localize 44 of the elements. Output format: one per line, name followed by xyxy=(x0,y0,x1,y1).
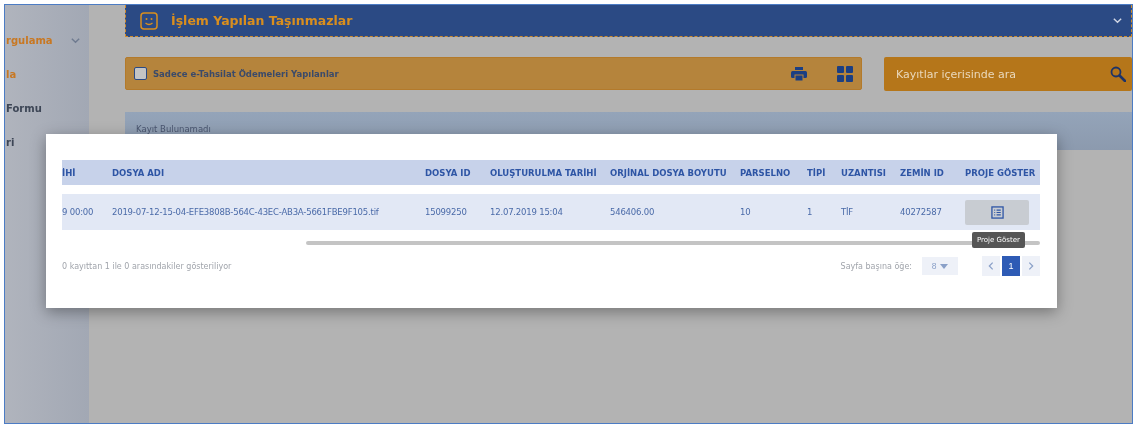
printer-icon xyxy=(791,66,807,81)
table-cell-text: 546406.00 xyxy=(610,207,656,217)
column-header: İHİ xyxy=(62,167,77,178)
column-header: OLUŞTURULMA TARİHİ xyxy=(490,167,598,178)
table-cell-text: 12.07.2019 15:04 xyxy=(490,207,564,217)
table-cell-text: 9 00:00 xyxy=(62,207,95,217)
page-size-dropdown[interactable]: 8 xyxy=(922,257,958,275)
table-cell-text: 1 xyxy=(807,207,814,217)
panel-title: İşlem Yapılan Taşınmazlar xyxy=(171,13,353,28)
column-header: PROJE GÖSTER xyxy=(965,167,1037,178)
column-header: DOSYA ID xyxy=(425,167,472,178)
table-cell-text: 40272587 xyxy=(900,207,943,217)
next-page-button[interactable] xyxy=(1022,256,1040,276)
grid-icon xyxy=(837,65,853,82)
chevron-right-icon xyxy=(1026,261,1036,271)
grid-view-button[interactable] xyxy=(837,65,853,82)
column-header: UZANTISI xyxy=(841,167,887,178)
column-header: PARSELNO xyxy=(740,167,792,178)
column-header: ZEMİN ID xyxy=(900,167,945,178)
print-button[interactable] xyxy=(791,66,807,81)
column-header: DOSYA ADI xyxy=(112,167,166,178)
column-header: ORJİNAL DOSYA BOYUTU xyxy=(610,167,728,178)
sidebar-item[interactable]: Formu xyxy=(5,91,89,125)
table-cell-text: 2019-07-12-15-04-EFE3808B-564C-43EC-AB3A-5661FBE9F105.tif xyxy=(112,207,380,217)
panel-header[interactable]: İşlem Yapılan Taşınmazlar xyxy=(125,5,1132,37)
chevron-left-icon xyxy=(986,261,996,271)
notice-text: Kayıt Bulunamadı xyxy=(136,124,211,134)
checkbox-label: Sadece e-Tahsilat Ödemeleri Yapılanlar xyxy=(153,68,339,79)
table-cell-text: TİF xyxy=(841,207,854,217)
previous-page-button[interactable] xyxy=(982,256,1000,276)
show-project-button[interactable] xyxy=(965,199,1029,225)
search-field[interactable]: Kayıtlar içerisinde ara xyxy=(884,57,1132,91)
search-icon xyxy=(1110,66,1126,82)
page-size-label: Sayfa başına öğe: xyxy=(840,261,912,271)
summary-text: 0 kayıttan 1 ile 0 arasındakiler gösteriliyor xyxy=(62,261,232,271)
list-icon xyxy=(990,205,1004,219)
column-header: TİPİ xyxy=(807,167,827,178)
page-button[interactable]: 1 xyxy=(1002,256,1020,276)
caret-icon xyxy=(940,263,949,269)
checkbox[interactable] xyxy=(134,67,147,80)
table-cell-text: 10 xyxy=(740,207,752,217)
smiley-icon xyxy=(140,11,158,30)
table-cell-text: 15099250 xyxy=(425,207,468,217)
chevron-icon xyxy=(1112,15,1123,26)
